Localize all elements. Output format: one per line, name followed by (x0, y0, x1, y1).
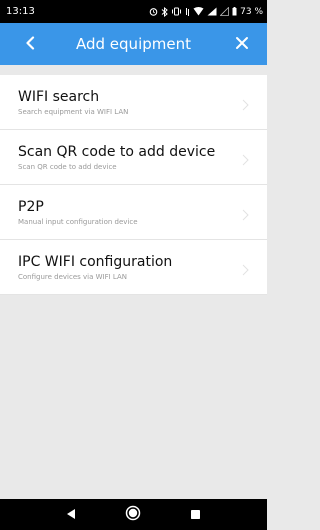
home-circle-icon (125, 505, 141, 525)
status-time: 13:13 (6, 6, 35, 17)
back-triangle-icon (66, 505, 76, 524)
chevron-right-icon (242, 96, 249, 115)
option-title: IPC WIFI configuration (18, 253, 173, 270)
option-ipc-wifi-config[interactable]: IPC WIFI configuration Configure devices… (0, 240, 267, 295)
alarm-icon (149, 7, 158, 16)
option-p2p[interactable]: P2P Manual input configuration device (0, 185, 267, 240)
status-icons: 73 % (149, 6, 263, 17)
option-subtitle: Manual input configuration device (18, 217, 138, 226)
option-subtitle: Scan QR code to add device (18, 162, 117, 171)
wifi-icon (193, 7, 204, 16)
option-subtitle: Configure devices via WIFI LAN (18, 272, 128, 281)
back-button[interactable] (20, 34, 40, 54)
option-title: WIFI search (18, 88, 100, 105)
list-spacer (0, 65, 267, 75)
chevron-right-icon (242, 206, 249, 225)
chevron-right-icon (242, 261, 249, 280)
bluetooth-icon (161, 6, 168, 17)
option-title: Scan QR code to add device (18, 143, 216, 160)
option-subtitle: Search equipment via WIFI LAN (18, 107, 129, 116)
add-options-list: WIFI search Search equipment via WIFI LA… (0, 65, 267, 295)
battery-percent: 73 % (240, 6, 263, 17)
signal-empty-icon (220, 7, 230, 16)
system-recents-button[interactable] (186, 505, 206, 525)
option-title: P2P (18, 198, 44, 215)
app-header: Add equipment (0, 23, 267, 65)
vibrate-icon (171, 7, 182, 16)
option-scan-qr[interactable]: Scan QR code to add device Scan QR code … (0, 130, 267, 185)
chevron-left-icon (25, 35, 35, 54)
system-home-button[interactable] (123, 505, 143, 525)
close-button[interactable] (231, 33, 253, 55)
battery-icon (232, 7, 237, 16)
signal-icon (207, 7, 217, 16)
recents-square-icon (190, 505, 201, 524)
chevron-right-icon (242, 151, 249, 170)
option-wifi-search[interactable]: WIFI search Search equipment via WIFI LA… (0, 75, 267, 130)
data-arrows-icon (185, 7, 190, 17)
system-back-button[interactable] (61, 505, 81, 525)
page-title: Add equipment (76, 35, 191, 53)
close-icon (235, 35, 249, 54)
system-nav-bar (0, 499, 267, 530)
status-bar: 13:13 73 % (0, 0, 267, 23)
